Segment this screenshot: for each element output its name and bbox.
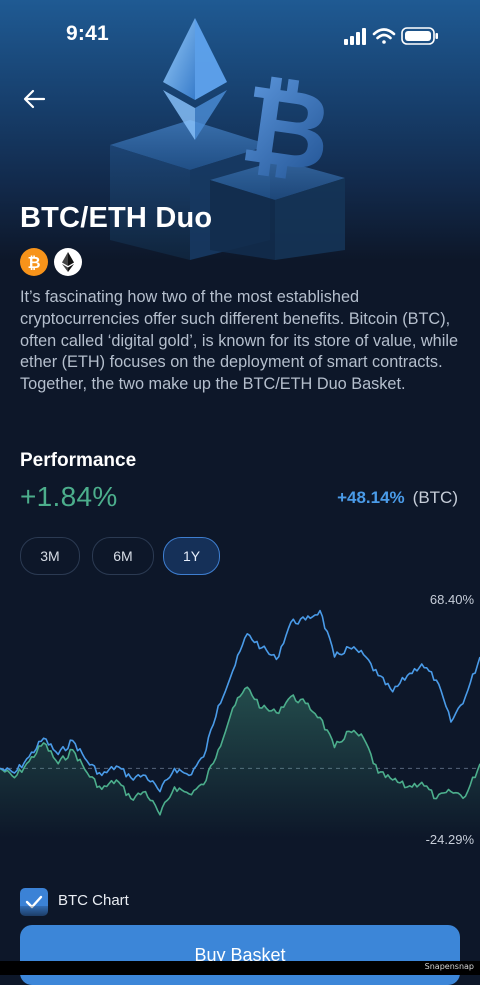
status-bar: 9:41: [0, 0, 480, 70]
battery-icon: [401, 27, 438, 45]
performance-chart: 68.40% -24.29%: [0, 592, 480, 847]
basket-area-fill: [0, 687, 480, 838]
tab-3m[interactable]: 3M: [20, 537, 80, 575]
svg-text:₿: ₿: [234, 61, 339, 197]
svg-text:₿: ₿: [27, 253, 40, 272]
tab-6m[interactable]: 6M: [92, 537, 154, 575]
performance-value: +1.84%: [20, 481, 118, 512]
chart-min-label: -24.29%: [426, 832, 475, 847]
status-icons: [344, 27, 438, 45]
basket-description: It’s fascinating how two of the most est…: [20, 288, 459, 394]
performance-heading: Performance: [20, 450, 137, 471]
benchmark-label: (BTC): [412, 488, 458, 507]
bitcoin-icon: ₿: [20, 248, 48, 276]
back-button[interactable]: [20, 84, 50, 114]
chart-max-label: 68.40%: [430, 592, 475, 607]
tab-1y[interactable]: 1Y: [163, 537, 220, 575]
basket-title: BTC/ETH Duo: [20, 202, 213, 234]
watermark: Snapensnap: [424, 962, 474, 971]
status-time: 9:41: [66, 22, 109, 45]
wifi-icon: [372, 28, 396, 44]
signal-icon: [344, 28, 366, 45]
benchmark-comparison: +48.14% (BTC): [337, 488, 458, 508]
ethereum-icon: [54, 248, 82, 276]
arrow-left-icon: [23, 89, 46, 109]
buy-basket-button[interactable]: Buy Basket: [20, 925, 460, 985]
watermark-bar: [0, 961, 480, 975]
benchmark-value: +48.14%: [337, 488, 405, 507]
